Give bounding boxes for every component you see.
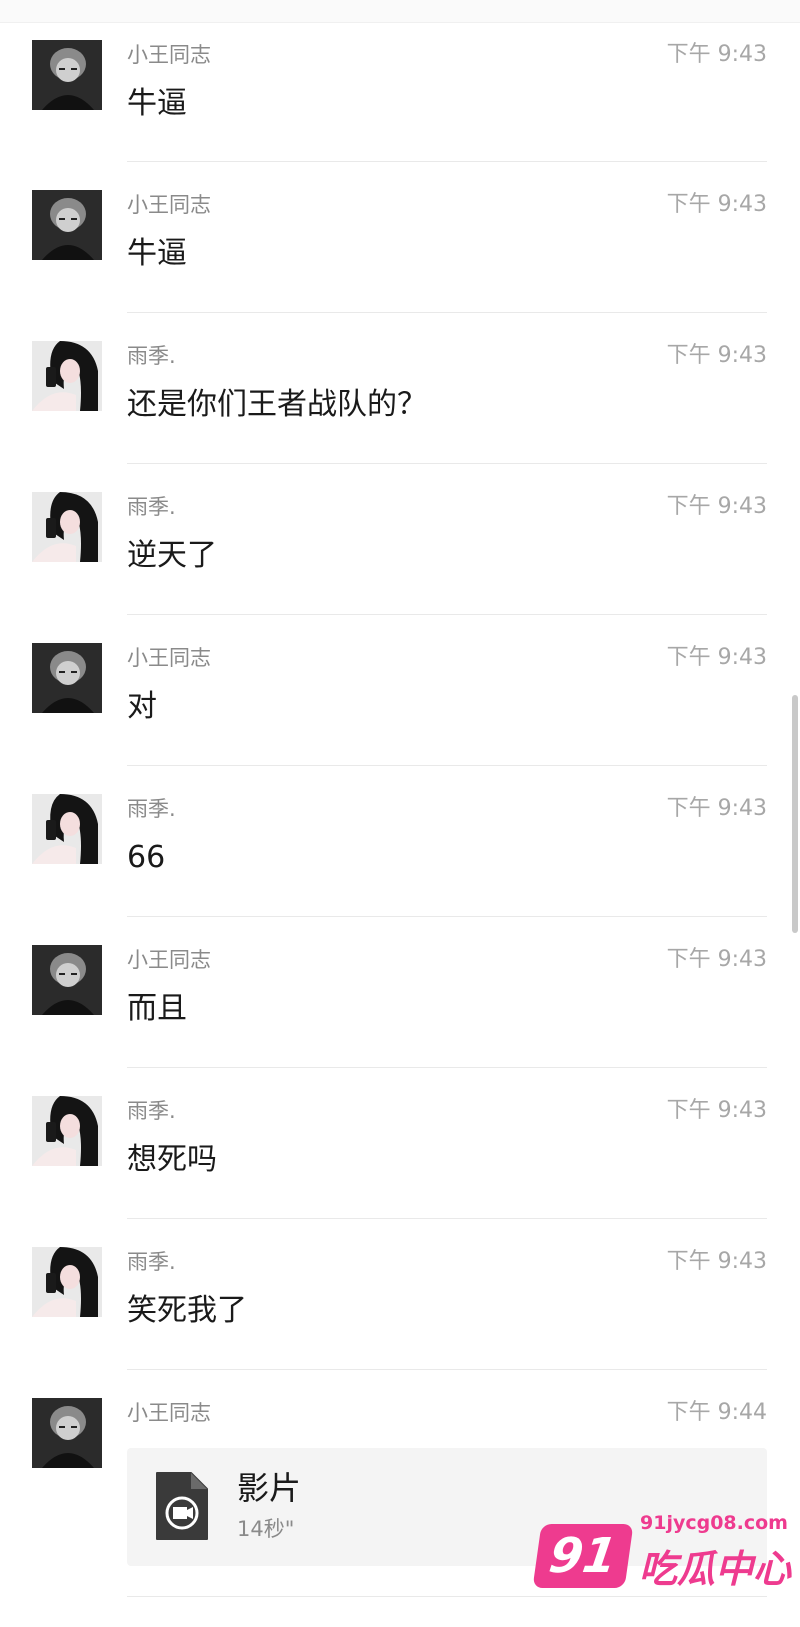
avatar-xiaowang[interactable]: [32, 190, 102, 260]
avatar-yuji[interactable]: [32, 1096, 102, 1166]
divider: [127, 765, 767, 766]
watermark-badge: 91: [532, 1524, 634, 1588]
message-text: 牛逼: [127, 86, 187, 121]
attachment-duration: 14秒": [237, 1517, 295, 1541]
message-text: 对: [127, 689, 157, 724]
message-time: 下午 9:43: [666, 1098, 767, 1123]
message-text: 牛逼: [127, 236, 187, 271]
divider: [127, 1369, 767, 1370]
avatar-xiaowang[interactable]: [32, 40, 102, 110]
sender-name: 小王同志: [127, 948, 211, 972]
message-time: 下午 9:43: [666, 192, 767, 217]
sender-name: 小王同志: [127, 1401, 211, 1425]
message-text: 66: [127, 840, 166, 875]
divider: [127, 312, 767, 313]
attachment-name: 影片: [237, 1469, 302, 1507]
sender-name: 雨季.: [127, 1250, 176, 1274]
divider: [127, 614, 767, 615]
message-text: 还是你们王者战队的？: [127, 387, 427, 422]
message-time: 下午 9:43: [666, 796, 767, 821]
message-time: 下午 9:43: [666, 645, 767, 670]
sender-name: 雨季.: [127, 495, 176, 519]
sender-name: 小王同志: [127, 193, 211, 217]
message-text: 想死吗: [127, 1142, 217, 1177]
message-time: 下午 9:43: [666, 343, 767, 368]
sender-name: 雨季.: [127, 1099, 176, 1123]
watermark-url: 91jycg08.com: [640, 1512, 788, 1534]
divider: [127, 916, 767, 917]
top-bar: [0, 0, 800, 23]
sender-name: 小王同志: [127, 43, 211, 67]
message-time: 下午 9:43: [666, 947, 767, 972]
video-file-icon: [155, 1471, 209, 1545]
sender-name: 雨季.: [127, 797, 176, 821]
watermark: 91 91jycg08.com 吃瓜中心: [532, 1510, 791, 1600]
divider: [127, 161, 767, 162]
avatar-yuji[interactable]: [32, 492, 102, 562]
avatar-xiaowang[interactable]: [32, 1398, 102, 1468]
avatar-yuji[interactable]: [32, 1247, 102, 1317]
sender-name: 小王同志: [127, 646, 211, 670]
sender-name: 雨季.: [127, 344, 176, 368]
message-text: 逆天了: [127, 538, 217, 573]
avatar-xiaowang[interactable]: [32, 643, 102, 713]
divider: [127, 1067, 767, 1068]
avatar-yuji[interactable]: [32, 794, 102, 864]
message-time: 下午 9:43: [666, 42, 767, 67]
scrollbar[interactable]: [792, 695, 798, 933]
watermark-name: 吃瓜中心: [639, 1547, 792, 1591]
avatar-yuji[interactable]: [32, 341, 102, 411]
divider: [127, 463, 767, 464]
divider: [127, 1218, 767, 1219]
message-text: 笑死我了: [127, 1293, 247, 1328]
message-time: 下午 9:44: [666, 1400, 767, 1425]
message-time: 下午 9:43: [666, 1249, 767, 1274]
message-text: 而且: [127, 991, 187, 1026]
message-time: 下午 9:43: [666, 494, 767, 519]
avatar-xiaowang[interactable]: [32, 945, 102, 1015]
